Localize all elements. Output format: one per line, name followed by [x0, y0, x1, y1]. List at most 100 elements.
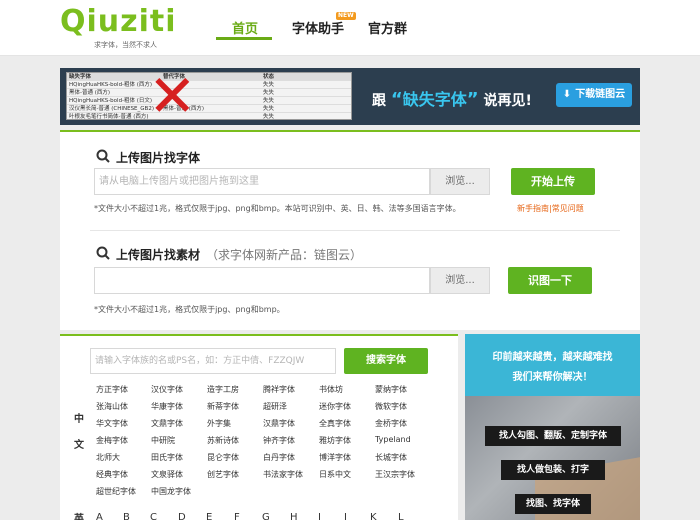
service-ad[interactable]: 印前越来越贵，越来越难找 我们来帮你解决！ 找人勾图、翻版、定制字体 找人做包装…: [465, 334, 640, 520]
font-brand-link[interactable]: 微软字体: [375, 401, 407, 412]
upload-font-browse-button[interactable]: 浏览...: [430, 168, 490, 195]
letter-link[interactable]: L: [398, 512, 404, 520]
font-brand-link[interactable]: 中研院: [151, 435, 175, 446]
letter-link[interactable]: K: [370, 512, 377, 520]
font-brand-link[interactable]: 白丹字体: [263, 452, 295, 463]
font-brand-link[interactable]: 长城字体: [375, 452, 407, 463]
font-brand-link[interactable]: 华文字体: [96, 418, 128, 429]
chinese-label: 中: [74, 414, 84, 425]
banner-cell: 失失: [263, 106, 275, 112]
top-header: Qiuziti 求字体，当然不求人 首页 字体助手 NEW 官方群: [0, 0, 700, 56]
font-brand-link[interactable]: 华康字体: [151, 401, 183, 412]
start-upload-button[interactable]: 开始上传: [511, 168, 595, 195]
download-arrow-icon: ⬇: [562, 89, 572, 100]
upload-material-subtitle: （求字体网新产品：链图云）: [206, 248, 363, 262]
letter-link[interactable]: B: [123, 512, 130, 520]
upload-material-note: *文件大小不超过1兆，格式仅限于jpg、png和bmp。: [94, 305, 285, 314]
upload-font-note: *文件大小不超过1兆，格式仅限于jpg、png和bmp。本站可识别中、英、日、韩…: [94, 204, 461, 213]
banner-table-row: 黑体-普通 (西方) 失失: [67, 89, 351, 97]
banner-font-table: 缺失字体 替代字体 状态 HQingHuaHKS-bold-粗体 (西方) 失失…: [66, 72, 352, 120]
font-brand-link[interactable]: 造字工房: [207, 384, 239, 395]
magnifier-icon: [96, 149, 110, 163]
letter-link[interactable]: E: [206, 512, 212, 520]
font-brand-link[interactable]: 书体坊: [319, 384, 343, 395]
nav-active-underline: [216, 37, 272, 40]
font-brand-link[interactable]: 北师大: [96, 452, 120, 463]
font-brand-link[interactable]: 中国龙字体: [151, 486, 191, 497]
font-brand-link[interactable]: 金桥字体: [375, 418, 407, 429]
letter-link[interactable]: I: [318, 512, 321, 520]
banner-cell: HQingHuaHKS-bold-粗体 (西方): [69, 82, 153, 88]
letter-link[interactable]: A: [96, 512, 103, 520]
font-brand-link[interactable]: 腾祥字体: [263, 384, 295, 395]
letter-link[interactable]: J: [344, 512, 347, 520]
font-brand-link[interactable]: 汉鼎字体: [263, 418, 295, 429]
missing-font-banner[interactable]: 缺失字体 替代字体 状态 HQingHuaHKS-bold-粗体 (西方) 失失…: [60, 68, 640, 125]
font-brand-link[interactable]: 金梅字体: [96, 435, 128, 446]
font-brand-link[interactable]: 蒙纳字体: [375, 384, 407, 395]
banner-table-row: HQingHuaHKS-bold-粗体 (西方) 失失: [67, 81, 351, 89]
font-search-input[interactable]: 请输入字体族的名或PS名，如：方正中倩、FZZQJW: [90, 348, 336, 374]
recognize-image-button[interactable]: 识图一下: [508, 267, 592, 294]
banner-slogan-suffix: 说再见!: [483, 93, 532, 109]
nav-font-assistant[interactable]: 字体助手: [292, 18, 344, 37]
font-brand-link[interactable]: 方正字体: [96, 384, 128, 395]
download-button[interactable]: ⬇ 下载链图云: [556, 83, 632, 107]
font-brand-link[interactable]: 王汉宗字体: [375, 469, 415, 480]
upload-font-input[interactable]: 请从电脑上传图片或把图片拖到这里: [94, 168, 430, 195]
nav-home[interactable]: 首页: [232, 18, 258, 37]
letter-link[interactable]: F: [234, 512, 240, 520]
red-cross-icon: ✕: [148, 68, 197, 125]
letter-link[interactable]: C: [150, 512, 157, 520]
font-brand-link[interactable]: 汉仪字体: [151, 384, 183, 395]
font-brand-link[interactable]: 新蒂字体: [207, 401, 239, 412]
banner-col-status: 状态: [263, 74, 275, 80]
font-brand-link[interactable]: 钟齐字体: [263, 435, 295, 446]
help-links[interactable]: 新手指南|常见问题: [517, 203, 584, 214]
banner-slogan-highlight: 缺失字体: [402, 90, 467, 109]
font-brand-link[interactable]: 张海山体: [96, 401, 128, 412]
font-brand-link[interactable]: 外字集: [207, 418, 231, 429]
logo-word: Qiuziti: [60, 4, 177, 39]
font-brand-link[interactable]: 全真字体: [319, 418, 351, 429]
banner-slogan-prefix: 跟: [372, 93, 386, 109]
section-divider: [90, 230, 620, 231]
font-brand-link[interactable]: 日系中文: [319, 469, 351, 480]
ad-header: 印前越来越贵，越来越难找 我们来帮你解决！: [465, 334, 640, 396]
font-brand-link[interactable]: 苏新诗体: [207, 435, 239, 446]
font-brand-link[interactable]: 雅坊字体: [319, 435, 351, 446]
banner-cell: 失失: [263, 98, 275, 104]
font-brand-link[interactable]: 书法家字体: [263, 469, 303, 480]
ad-subheadline: 我们来帮你解决！: [512, 372, 593, 383]
upload-font-title: 上传图片找字体: [116, 151, 201, 165]
banner-cell: 黑体-普通 (西方): [69, 90, 111, 96]
upload-material-title: 上传图片找素材 （求字体网新产品：链图云）: [116, 246, 362, 263]
chinese-label: 文: [74, 440, 84, 451]
upload-material-title-text: 上传图片找素材: [116, 248, 201, 262]
letter-link[interactable]: D: [178, 512, 186, 520]
font-brand-link[interactable]: 超世纪字体: [96, 486, 136, 497]
banner-table-row: 汉仪黑长简-普通 (CHINESE_GB2) 黑体-普通 (西方) 失失: [67, 105, 351, 113]
font-brand-link[interactable]: 经典字体: [96, 469, 128, 480]
font-brand-link[interactable]: 博洋字体: [319, 452, 351, 463]
font-search-button[interactable]: 搜索字体: [344, 348, 428, 374]
font-brand-link[interactable]: Typeland: [375, 435, 411, 444]
font-brand-link[interactable]: 文泉驿体: [151, 469, 183, 480]
font-brand-link[interactable]: 昆仑字体: [207, 452, 239, 463]
upload-material-browse-button[interactable]: 浏览...: [430, 267, 490, 294]
ad-tag: 找人勾图、翻版、定制字体: [485, 426, 621, 446]
nav-official-group[interactable]: 官方群: [368, 18, 407, 37]
letter-link[interactable]: H: [290, 512, 298, 520]
font-brand-link[interactable]: 田氏字体: [151, 452, 183, 463]
font-brand-link[interactable]: 文鼎字体: [151, 418, 183, 429]
font-brand-link[interactable]: 超研泽: [263, 401, 287, 412]
font-search-panel: 请输入字体族的名或PS名，如：方正中倩、FZZQJW 搜索字体 中 文 方正字体…: [60, 334, 458, 520]
banner-cell: 叶根友毛笔行书简体-普通 (西方): [69, 114, 149, 120]
upload-material-input[interactable]: [94, 267, 430, 294]
site-logo[interactable]: Qiuziti 求字体，当然不求人: [60, 4, 185, 52]
font-brand-link[interactable]: 迷你字体: [319, 401, 351, 412]
ad-tag: 找图、找字体: [515, 494, 591, 514]
banner-cell: 失失: [263, 114, 275, 120]
letter-link[interactable]: G: [262, 512, 270, 520]
font-brand-link[interactable]: 创艺字体: [207, 469, 239, 480]
